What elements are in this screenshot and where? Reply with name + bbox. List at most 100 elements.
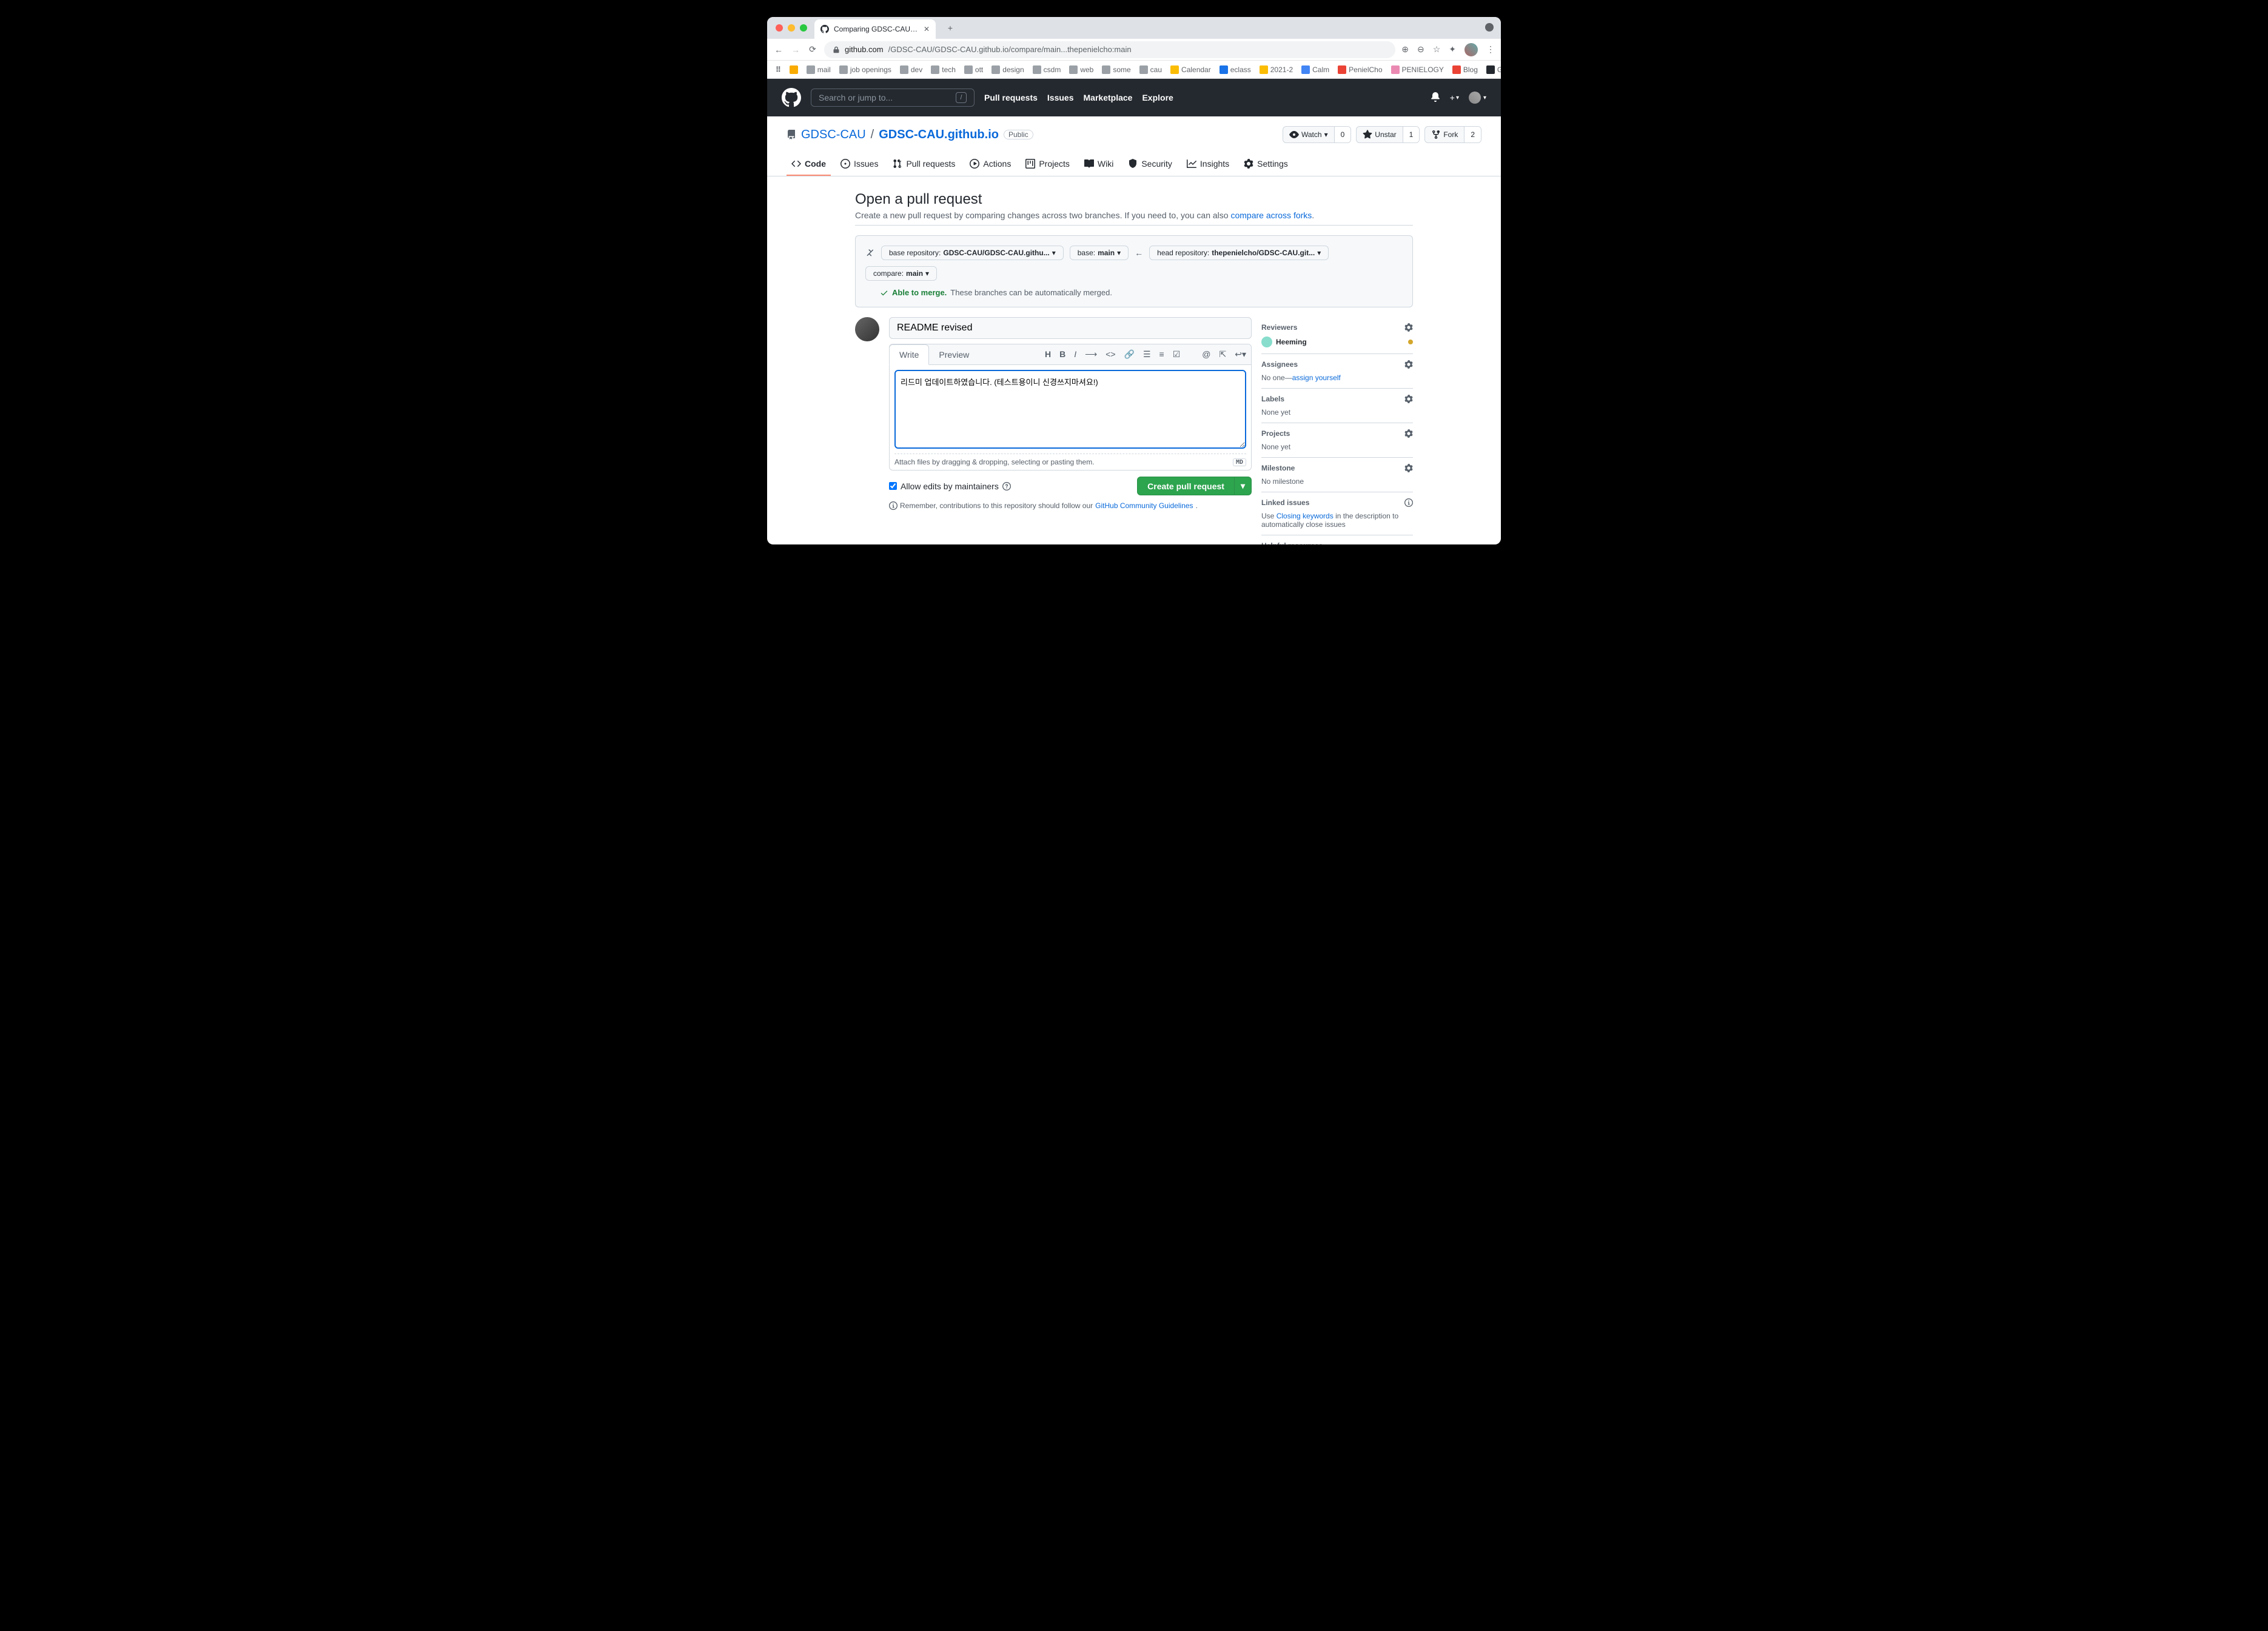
tab-wiki[interactable]: Wiki bbox=[1079, 153, 1118, 176]
browser-tab[interactable]: Comparing GDSC-CAU:main... ✕ bbox=[814, 19, 936, 39]
zoom-icon[interactable]: ⊖ bbox=[1417, 44, 1424, 55]
menu-icon[interactable]: ⋮ bbox=[1486, 44, 1495, 55]
italic-icon[interactable]: I bbox=[1074, 349, 1076, 360]
notifications-icon[interactable] bbox=[1431, 92, 1440, 104]
translate-icon[interactable]: ⊕ bbox=[1401, 44, 1409, 55]
repo-owner-link[interactable]: GDSC-CAU bbox=[801, 128, 866, 142]
user-menu[interactable]: ▾ bbox=[1469, 92, 1486, 104]
close-window[interactable] bbox=[776, 24, 783, 32]
nav-explore[interactable]: Explore bbox=[1142, 93, 1173, 102]
new-tab-button[interactable]: + bbox=[942, 19, 959, 36]
attach-hint[interactable]: Attach files by dragging & dropping, sel… bbox=[894, 458, 1095, 466]
link-icon[interactable]: 🔗 bbox=[1124, 349, 1135, 360]
bookmark-item[interactable]: Calendar bbox=[1168, 65, 1213, 74]
community-guidelines-link[interactable]: GitHub Community Guidelines bbox=[1095, 501, 1193, 510]
gear-icon[interactable] bbox=[1404, 323, 1413, 332]
bookmark-item[interactable]: web bbox=[1067, 65, 1096, 74]
back-button[interactable]: ← bbox=[773, 45, 784, 55]
forward-button[interactable]: → bbox=[790, 45, 801, 55]
allow-edits-input[interactable] bbox=[889, 482, 897, 490]
github-logo-icon[interactable] bbox=[782, 88, 801, 107]
star-icon[interactable]: ☆ bbox=[1433, 44, 1441, 55]
bookmark-item[interactable]: cau bbox=[1137, 65, 1164, 74]
url-path: /GDSC-CAU/GDSC-CAU.github.io/compare/mai… bbox=[888, 45, 1132, 54]
assign-yourself-link[interactable]: assign yourself bbox=[1292, 373, 1341, 382]
tab-security[interactable]: Security bbox=[1123, 153, 1177, 176]
tab-settings[interactable]: Settings bbox=[1239, 153, 1293, 176]
repo-name-link[interactable]: GDSC-CAU.github.io bbox=[879, 128, 999, 142]
mention-icon[interactable]: @ bbox=[1202, 349, 1210, 360]
nav-marketplace[interactable]: Marketplace bbox=[1084, 93, 1133, 102]
tab-issues[interactable]: Issues bbox=[836, 153, 883, 176]
tab-projects[interactable]: Projects bbox=[1021, 153, 1075, 176]
tab-code[interactable]: Code bbox=[787, 153, 831, 176]
fork-button[interactable]: Fork 2 bbox=[1424, 126, 1481, 143]
gear-icon[interactable] bbox=[1404, 429, 1413, 438]
info-icon[interactable] bbox=[1404, 498, 1413, 507]
bookmark-item[interactable]: PENIELOGY bbox=[1389, 65, 1446, 74]
base-branch-select[interactable]: base: main ▾ bbox=[1070, 246, 1129, 260]
bookmark-item[interactable]: Blog bbox=[1450, 65, 1480, 74]
minimize-window[interactable] bbox=[788, 24, 795, 32]
compare-across-forks-link[interactable]: compare across forks bbox=[1230, 210, 1312, 220]
gear-icon[interactable] bbox=[1404, 395, 1413, 403]
nav-issues[interactable]: Issues bbox=[1047, 93, 1074, 102]
reference-icon[interactable]: ⇱ bbox=[1220, 349, 1227, 360]
base-repo-select[interactable]: base repository: GDSC-CAU/GDSC-CAU.githu… bbox=[881, 246, 1064, 260]
bold-icon[interactable]: B bbox=[1059, 349, 1065, 360]
watch-button[interactable]: Watch▾ 0 bbox=[1283, 126, 1351, 143]
head-repo-select[interactable]: head repository: thepenielcho/GDSC-CAU.g… bbox=[1149, 246, 1329, 260]
comment-textarea[interactable] bbox=[894, 370, 1246, 449]
tab-actions[interactable]: Actions bbox=[965, 153, 1016, 176]
extensions-icon[interactable]: ✦ bbox=[1449, 44, 1456, 55]
allow-edits-checkbox[interactable]: Allow edits by maintainers bbox=[889, 481, 1011, 491]
maximize-window[interactable] bbox=[800, 24, 807, 32]
tab-pull-requests[interactable]: Pull requests bbox=[888, 153, 960, 176]
quote-icon[interactable]: ⟶ bbox=[1085, 349, 1097, 360]
bookmark-item[interactable]: design bbox=[989, 65, 1026, 74]
author-avatar[interactable] bbox=[855, 317, 879, 341]
github-search[interactable]: Search or jump to... / bbox=[811, 89, 975, 107]
reply-icon[interactable]: ↩▾ bbox=[1235, 349, 1246, 360]
gear-icon[interactable] bbox=[1404, 464, 1413, 472]
write-tab[interactable]: Write bbox=[889, 344, 929, 365]
pr-title-input[interactable] bbox=[889, 317, 1252, 339]
bookmark-item[interactable]: job openings bbox=[837, 65, 894, 74]
reviewer-item[interactable]: Heeming bbox=[1261, 337, 1413, 347]
bookmark-item[interactable]: eclass bbox=[1217, 65, 1253, 74]
preview-tab[interactable]: Preview bbox=[929, 345, 979, 364]
close-tab-icon[interactable]: ✕ bbox=[924, 25, 930, 33]
tab-insights[interactable]: Insights bbox=[1182, 153, 1234, 176]
markdown-badge-icon[interactable]: MD bbox=[1233, 458, 1246, 466]
bookmark-item[interactable]: GitHub bbox=[1484, 65, 1501, 74]
closing-keywords-link[interactable]: Closing keywords bbox=[1277, 512, 1334, 520]
task-icon[interactable]: ☑ bbox=[1173, 349, 1181, 360]
gear-icon[interactable] bbox=[1404, 360, 1413, 369]
heading-icon[interactable]: H bbox=[1045, 349, 1051, 360]
bookmark-item[interactable]: PenielCho bbox=[1335, 65, 1384, 74]
code-icon[interactable]: <> bbox=[1105, 349, 1115, 360]
nav-pull-requests[interactable]: Pull requests bbox=[984, 93, 1038, 102]
profile-avatar[interactable] bbox=[1464, 43, 1478, 56]
ul-icon[interactable]: ☰ bbox=[1143, 349, 1151, 360]
create-menu[interactable]: +▾ bbox=[1450, 93, 1459, 102]
url-field[interactable]: github.com/GDSC-CAU/GDSC-CAU.github.io/c… bbox=[824, 41, 1395, 58]
bookmark-item[interactable]: tech bbox=[928, 65, 958, 74]
apps-shortcut[interactable]: ⠿ bbox=[773, 65, 783, 74]
bookmark-item[interactable]: mail bbox=[804, 65, 833, 74]
bookmark-item[interactable]: some bbox=[1099, 65, 1133, 74]
reload-button[interactable]: ⟳ bbox=[807, 44, 818, 55]
bookmark-item[interactable]: 2021-2 bbox=[1257, 65, 1295, 74]
help-icon[interactable] bbox=[1002, 482, 1011, 491]
compare-branch-select[interactable]: compare: main ▾ bbox=[865, 266, 937, 281]
ol-icon[interactable]: ≡ bbox=[1159, 349, 1164, 360]
bookmark-item[interactable]: dev bbox=[897, 65, 925, 74]
create-pr-dropdown[interactable]: ▾ bbox=[1234, 477, 1251, 495]
bookmark-item[interactable] bbox=[787, 65, 800, 74]
account-indicator[interactable] bbox=[1485, 23, 1494, 32]
bookmark-item[interactable]: ott bbox=[962, 65, 985, 74]
bookmark-item[interactable]: Calm bbox=[1299, 65, 1332, 74]
star-button[interactable]: Unstar 1 bbox=[1356, 126, 1420, 143]
create-pull-request-button[interactable]: Create pull request ▾ bbox=[1137, 477, 1252, 495]
bookmark-item[interactable]: csdm bbox=[1030, 65, 1064, 74]
